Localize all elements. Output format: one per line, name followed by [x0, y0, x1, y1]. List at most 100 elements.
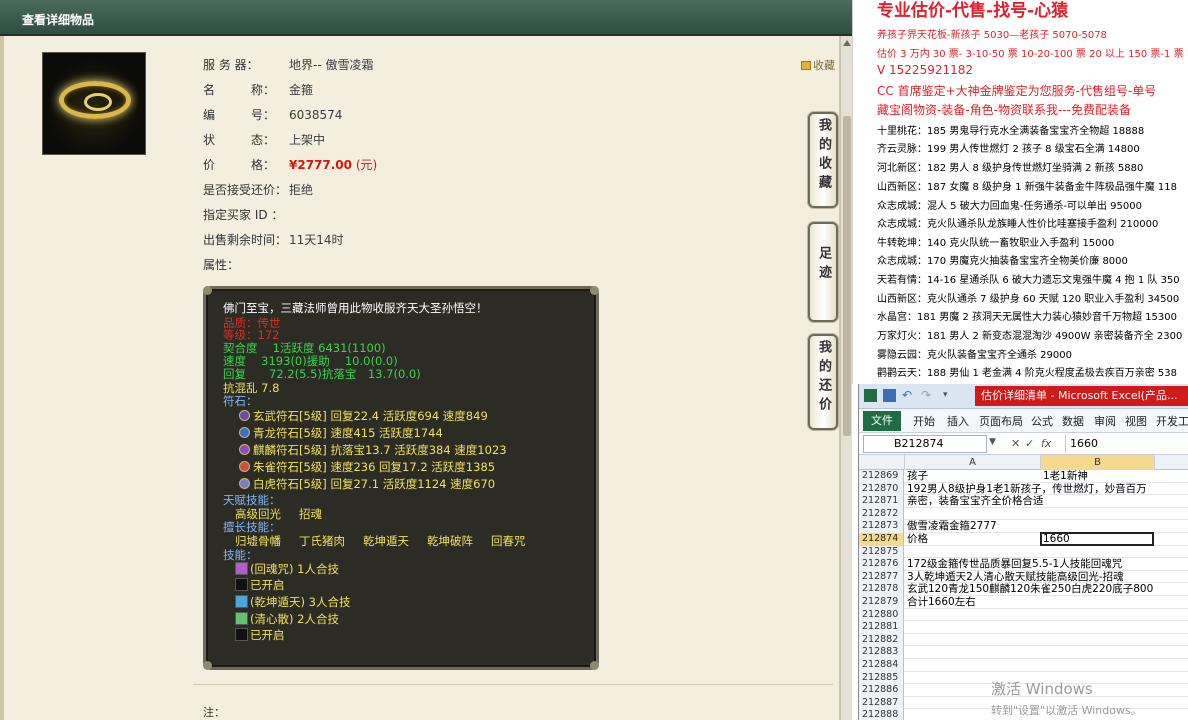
sheet-row[interactable]: 212884 [859, 659, 1188, 672]
insert-function-icon[interactable]: fx [1041, 437, 1051, 450]
promo-phone: V 15225921182 [877, 63, 974, 77]
section-divider [193, 684, 833, 685]
row-header[interactable]: 212874 [859, 533, 904, 546]
formula-input[interactable]: 1660 [1065, 435, 1188, 453]
column-header-c[interactable] [1154, 455, 1188, 470]
baihu-rune-icon [239, 478, 250, 489]
row-header[interactable]: 212881 [859, 621, 904, 634]
row-header[interactable]: 212883 [859, 646, 904, 659]
item-detail-title: 查看详细物品 [22, 13, 95, 27]
row-header[interactable]: 212869 [859, 470, 904, 483]
name-field: 名 称： 金箍 [203, 81, 313, 98]
tab-data[interactable]: 数据 [1062, 413, 1084, 429]
sheet-row[interactable]: 212880 [859, 608, 1188, 622]
column-header-b[interactable]: B [1040, 455, 1154, 470]
row-header[interactable]: 212875 [859, 545, 904, 559]
attributes-field: 属性： [203, 256, 289, 273]
cell-a[interactable]: 172级金箍传世品质暴回复5.5-1人技能回魂咒 [907, 558, 1122, 571]
favorite-link[interactable]: 收藏 [801, 57, 835, 73]
talent-skill: 高级回光 [235, 507, 281, 521]
customize-toolbar-icon[interactable]: ▾ [943, 389, 956, 402]
sheet-row[interactable]: 212870 192男人8级护身1老1新孩子，传世燃灯，妙音百万 [859, 482, 1188, 496]
cell-b[interactable]: 1老1新神 [1043, 470, 1088, 483]
row-header[interactable]: 212876 [859, 558, 904, 571]
row-header[interactable]: 212870 [859, 482, 904, 496]
row-header[interactable]: 212882 [859, 633, 904, 647]
promo-document: 专业估价-代售-找号-心猿 养孩子界天花板-新孩子 5030—老孩子 5070-… [852, 0, 1188, 384]
cancel-icon[interactable]: ✕ [1011, 437, 1020, 450]
row-header[interactable]: 212872 [859, 507, 904, 521]
cell-a[interactable]: 合计1660左右 [907, 596, 976, 609]
tab-developer[interactable]: 开发工具 [1156, 413, 1188, 429]
tab-review[interactable]: 审阅 [1094, 413, 1116, 429]
rune-item: 青龙符石[5级] 速度415 活跃度1744 [239, 426, 443, 440]
side-tab-footprint[interactable]: 足迹 [808, 222, 838, 322]
combo-skill-text: (乾坤遁天) 3人合技 [250, 595, 351, 609]
tab-view[interactable]: 视图 [1125, 413, 1147, 429]
row-header[interactable]: 212871 [859, 495, 904, 508]
listing-line: 众志成城：混人 5 破大力回血鬼-任务通杀-可以单出 95000 [877, 201, 1142, 212]
save-icon[interactable] [883, 389, 896, 402]
cell-a[interactable]: 192男人8级护身1老1新孩子，传世燃灯，妙音百万 [907, 483, 1147, 496]
favorite-label: 收藏 [813, 59, 835, 72]
cell-a[interactable]: 孩子 [907, 470, 928, 483]
name-box-dropdown-icon[interactable]: ▼ [989, 437, 996, 447]
sheet-row[interactable]: 212872 [859, 507, 1188, 521]
sheet-row[interactable]: 212879 合计1660左右 [859, 596, 1188, 609]
row-header[interactable]: 212880 [859, 608, 904, 622]
sheet-grid[interactable]: 212869 孩子 1老1新神 212870 192男人8级护身1老1新孩子，传世燃灯… [859, 470, 1188, 720]
sheet-row[interactable]: 212883 [859, 646, 1188, 659]
sheet-row[interactable]: 212878 玄武120青龙150麒麟120朱雀250白虎220底子800 [859, 583, 1188, 596]
row-header[interactable]: 212879 [859, 596, 904, 609]
side-tab-label: 我的收藏 [816, 118, 831, 194]
scroll-up-arrow-icon[interactable] [843, 40, 851, 46]
cell-a[interactable]: 傲雪凌霜金箍2777 [907, 520, 997, 533]
item-detail-window: 查看详细物品 服 务 器： 地界-- 傲雪凌霜 名 称： 金箍 编 号： 603857… [0, 0, 852, 720]
panel-corner [590, 661, 599, 670]
combo-skill-text: (清心散) 2人合技 [250, 612, 339, 626]
cell-a[interactable]: 价格 [907, 533, 928, 546]
row-header[interactable]: 212887 [859, 696, 904, 710]
rune-text: 青龙符石[5级] 速度415 活跃度1744 [253, 426, 443, 440]
row-header[interactable]: 212878 [859, 583, 904, 596]
sheet-row[interactable]: 212882 [859, 633, 1188, 647]
buyer-field: 指定买家 ID ： [203, 206, 289, 223]
row-header[interactable]: 212877 [859, 570, 904, 584]
item-detail-scrollbar[interactable] [840, 36, 852, 720]
tab-formulas[interactable]: 公式 [1031, 413, 1053, 429]
row-header[interactable]: 212884 [859, 659, 904, 672]
sheet-row[interactable]: 212869 孩子 1老1新神 [859, 470, 1188, 483]
skill-slot-icon [235, 578, 248, 591]
buyer-label: 指定买家 ID ： [203, 208, 284, 222]
column-header-a[interactable]: A [904, 455, 1040, 470]
undo-icon[interactable]: ↶ [902, 389, 915, 402]
side-tab-bargains[interactable]: 我的还价 [808, 334, 838, 430]
item-description: 佛门至宝，三藏法师曾用此物收服齐天大圣孙悟空！ [223, 301, 488, 315]
skills-title: 技能： [223, 548, 258, 562]
name-box[interactable]: B212874 [863, 435, 987, 453]
listing-line: 齐云灵脉：199 男人传世燃灯 2 孩子 8 级宝石全满 14800 [877, 144, 1140, 155]
sheet-row[interactable]: 212877 3人乾坤遁天2人清心散天赋技能高级回光-招魂 [859, 570, 1188, 584]
row-header[interactable]: 212888 [859, 709, 904, 720]
scrollbar-thumb[interactable] [843, 116, 851, 436]
cell-a[interactable]: 玄武120青龙150麒麟120朱雀250白虎220底子800 [907, 583, 1153, 596]
sheet-row[interactable]: 212876 172级金箍传世品质暴回复5.5-1人技能回魂咒 [859, 558, 1188, 571]
tab-page-layout[interactable]: 页面布局 [979, 413, 1023, 429]
enter-icon[interactable]: ✓ [1025, 437, 1034, 450]
cell-a[interactable]: 亲密，装备宝宝齐全价格合适 [907, 495, 1044, 508]
tab-home[interactable]: 开始 [913, 413, 935, 429]
promo-headline: 专业估价-代售-找号-心猿 [877, 1, 1069, 21]
redo-icon[interactable]: ↷ [921, 389, 934, 402]
sheet-row[interactable]: 212875 [859, 545, 1188, 559]
cell-a[interactable]: 3人乾坤遁天2人清心散天赋技能高级回光-招魂 [907, 571, 1124, 584]
status-value: 上架中 [289, 133, 326, 147]
row-header[interactable]: 212873 [859, 520, 904, 533]
side-tab-favorites[interactable]: 我的收藏 [808, 112, 838, 208]
stat-line: 回复 72.2(5.5)抗落宝 13.7(0.0) [223, 367, 421, 381]
sheet-row[interactable]: 212881 [859, 621, 1188, 634]
sheet-row[interactable]: 212871 亲密，装备宝宝齐全价格合适 [859, 495, 1188, 508]
row-header[interactable]: 212885 [859, 671, 904, 685]
tab-insert[interactable]: 插入 [947, 413, 969, 429]
tab-file[interactable]: 文件 [863, 411, 901, 431]
row-header[interactable]: 212886 [859, 684, 904, 697]
